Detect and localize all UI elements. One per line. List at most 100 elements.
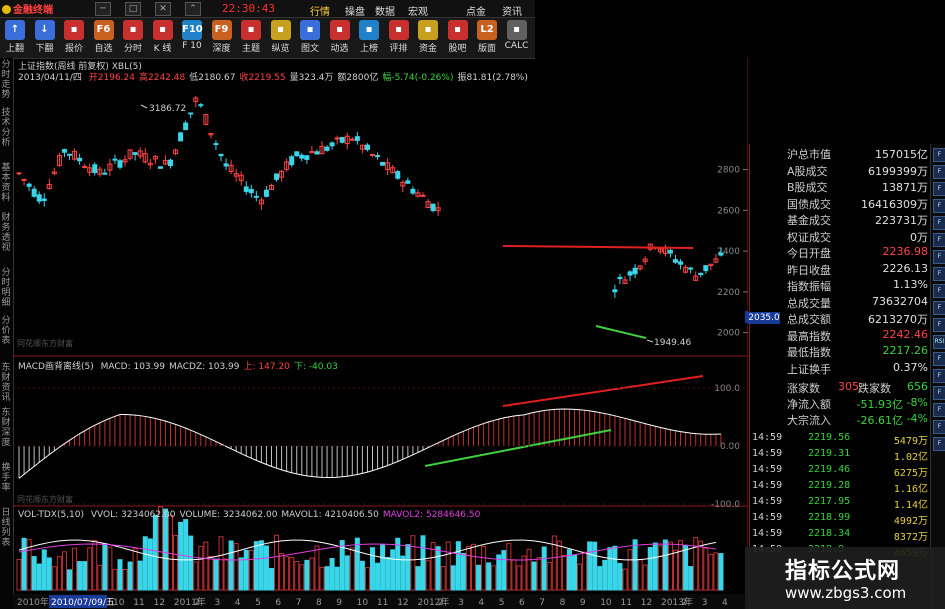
toolbar-button-10[interactable]: ▪ 纵览: [268, 20, 294, 56]
toolbar-button-2[interactable]: ↓ 下翻: [32, 20, 58, 56]
side-tool-button[interactable]: F: [933, 386, 945, 400]
left-tab-5[interactable]: 分时明细: [0, 268, 12, 308]
candle-body: [688, 267, 694, 270]
side-tool-button[interactable]: F: [933, 284, 945, 298]
left-tab-7[interactable]: 东财资讯: [0, 363, 12, 403]
toolbar-button-4[interactable]: F6 自选: [91, 20, 117, 56]
volume-bar: [304, 559, 310, 591]
minimize-button[interactable]: ─: [95, 2, 111, 16]
menu-data[interactable]: 数据: [375, 3, 395, 18]
collapse-button[interactable]: ⌃: [185, 2, 201, 16]
close-button[interactable]: ✕: [155, 2, 171, 16]
menu-trade[interactable]: 操盘: [345, 3, 365, 18]
toolbar-button-18[interactable]: ▪ CALC: [504, 20, 530, 56]
chart-area: 280026002400220020003186.721949.46同花顺东方财…: [13, 58, 748, 609]
flow-value: -51.93亿: [856, 398, 903, 411]
volume-bar: [56, 556, 62, 591]
volume-bar: [173, 534, 179, 591]
toolbar-button-14[interactable]: ▪ 评排: [386, 20, 412, 56]
volume-bar: [248, 549, 254, 591]
left-tab-9[interactable]: 换手率: [0, 463, 12, 493]
candle-body: [188, 112, 194, 115]
candle-body: [304, 155, 310, 160]
toolbar-button-1[interactable]: ↑ 上翻: [2, 20, 28, 56]
side-tool-button[interactable]: F: [933, 250, 945, 264]
volume-bar: [390, 549, 396, 591]
volume-bar: [597, 566, 603, 591]
stat-label: 总成交量: [787, 296, 831, 310]
side-tool-button[interactable]: F: [933, 301, 945, 315]
left-tab-4[interactable]: 财务透视: [0, 213, 12, 253]
stat-row: A股成交 6199399万: [750, 163, 931, 179]
candle-body: [410, 188, 416, 194]
tick-time: 14:59: [752, 432, 783, 443]
left-tab-1[interactable]: 分时走势: [0, 60, 12, 100]
toolbar-button-13[interactable]: ▪ 上榜: [356, 20, 382, 56]
volume-bar: [203, 541, 209, 591]
toolbar-button-5[interactable]: ▪ 分时: [120, 20, 146, 56]
toolbar-button-9[interactable]: ▪ 主题: [238, 20, 264, 56]
side-tool-button[interactable]: F: [933, 148, 945, 162]
tick-price: 2217.95: [808, 496, 851, 507]
side-tool-button[interactable]: RSI: [933, 335, 945, 349]
stat-row: 最低指数 2217.26: [750, 344, 931, 360]
side-tool-button[interactable]: F: [933, 352, 945, 366]
volume-bar: [592, 541, 598, 591]
macd-title: MACD画背离线(5): [18, 362, 94, 372]
stat-row: 国债成交 16416309万: [750, 196, 931, 212]
x-axis-label: 8: [316, 598, 322, 608]
left-tab-2[interactable]: 技术分析: [0, 108, 12, 148]
menu-macro[interactable]: 宏观: [408, 3, 428, 18]
stat-label: 总成交额: [787, 313, 831, 326]
menu-news[interactable]: 资讯: [502, 3, 522, 18]
left-tab-6[interactable]: 分价表: [0, 316, 12, 346]
toolbar-button-11[interactable]: ▪ 图文: [297, 20, 323, 56]
candle-body: [420, 194, 426, 197]
ohlc-value: 收2219.55: [239, 73, 286, 83]
toolbar-button-15[interactable]: ▪ 资金: [415, 20, 441, 56]
side-tool-button[interactable]: F: [933, 403, 945, 417]
side-tool-button[interactable]: F: [933, 199, 945, 213]
toolbar-button-6[interactable]: ▪ K 线: [150, 20, 176, 56]
volume-bar: [380, 544, 386, 591]
macd-y-tick: 100.0: [714, 384, 740, 394]
restore-button[interactable]: □: [125, 2, 141, 16]
side-tool-button[interactable]: F: [933, 369, 945, 383]
left-tab-3[interactable]: 基本资料: [0, 163, 12, 203]
x-axis-label: 5: [255, 598, 261, 608]
toolbar-button-12[interactable]: ▪ 动选: [327, 20, 353, 56]
toolbar-button-label: 主题: [241, 44, 260, 54]
volume-bar: [713, 552, 719, 591]
menu-market[interactable]: 行情: [310, 3, 330, 18]
left-tab-8[interactable]: 东财深度: [0, 408, 12, 448]
app-logo-icon: [2, 5, 11, 14]
side-tool-button[interactable]: F: [933, 267, 945, 281]
side-tool-button[interactable]: F: [933, 216, 945, 230]
volume-bar: [41, 549, 47, 591]
toolbar-button-16[interactable]: ▪ 股吧: [445, 20, 471, 56]
volume-bar: [445, 541, 451, 591]
side-tool-button[interactable]: F: [933, 165, 945, 179]
volume-bar: [314, 545, 320, 591]
left-tab-10[interactable]: 日线列表: [0, 508, 12, 548]
volume-bar: [667, 541, 673, 591]
menu-dianjin[interactable]: 点金: [466, 3, 486, 18]
toolbar-button-8[interactable]: F9 深度: [209, 20, 235, 56]
toolbar-button-label: 自选: [94, 44, 113, 54]
volume-bar: [450, 565, 456, 591]
side-tool-button[interactable]: F: [933, 420, 945, 434]
vol-value: VOLUME: 3234062.00: [179, 510, 278, 520]
volume-bar: [471, 543, 476, 591]
volume-bar: [269, 567, 274, 591]
toolbar-button-3[interactable]: ▪ 报价: [61, 20, 87, 56]
toolbar-button-7[interactable]: F10 F 10: [179, 20, 205, 56]
side-tool-button[interactable]: F: [933, 318, 945, 332]
side-tool-button[interactable]: F: [933, 233, 945, 247]
main-chart-info: 2013/04/11/四 开2196.24 高2242.48 低2180.67 收22…: [18, 70, 528, 83]
toolbar-button-17[interactable]: L2 版面: [474, 20, 500, 56]
side-tool-button[interactable]: F: [933, 182, 945, 196]
volume-bar: [102, 543, 108, 591]
x-axis-label: 12: [641, 598, 652, 608]
side-tool-button[interactable]: F: [933, 437, 945, 451]
vol-value: MAVOL1: 4210406.50: [281, 510, 379, 520]
